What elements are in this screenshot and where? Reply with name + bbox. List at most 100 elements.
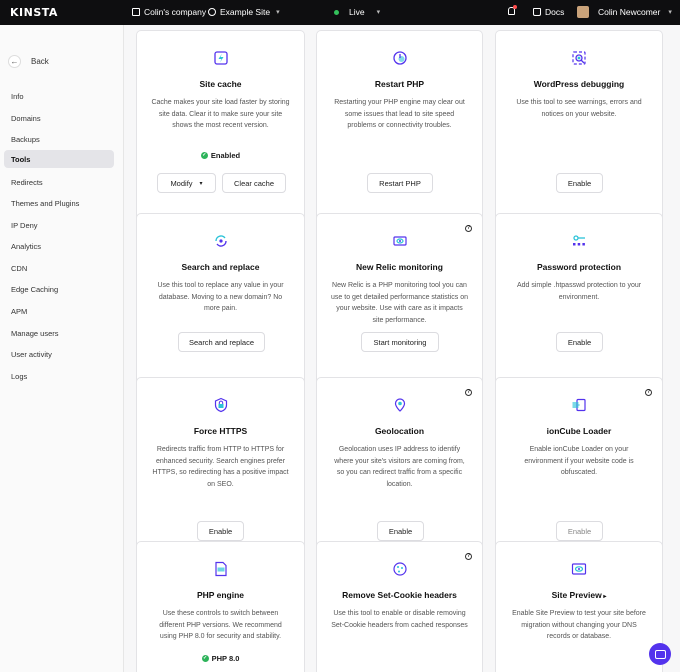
environment-switcher[interactable]: Live ▾: [334, 7, 380, 17]
restart-php-button[interactable]: Restart PHP: [367, 173, 433, 193]
sidebar-item-logs[interactable]: Logs: [4, 367, 114, 385]
card-description: Cache makes your site load faster by sto…: [151, 99, 290, 129]
company-switcher[interactable]: Colin's company: [132, 7, 206, 17]
card-ioncube-loader: ? ionCube Loader Enable ionCube Loader o…: [495, 377, 663, 556]
card-title-text: Site Preview: [551, 590, 602, 600]
sidebar-item-info[interactable]: Info: [4, 87, 114, 105]
arrow-left-icon: ←: [8, 55, 21, 68]
cookie-icon: [392, 562, 407, 576]
modify-label: Modify: [170, 178, 193, 188]
enable-debugging-button[interactable]: Enable: [556, 173, 603, 193]
building-icon: [132, 8, 140, 16]
bug-search-icon: [572, 51, 586, 65]
card-title: Site cache: [199, 79, 242, 89]
php-version-badge: ✓ PHP 8.0: [137, 654, 304, 663]
sidebar-item-analytics[interactable]: Analytics: [4, 237, 114, 255]
card-description: Add simple .htpasswd protection to your …: [516, 282, 642, 301]
chat-support-button[interactable]: [649, 643, 671, 665]
card-description: Use this tool to enable or disable remov…: [331, 610, 468, 629]
card-title: New Relic monitoring: [356, 262, 443, 272]
card-description: Use this tool to see warnings, errors an…: [516, 99, 642, 118]
card-remove-set-cookie: ? Remove Set-Cookie headers Use this too…: [316, 541, 483, 672]
card-title: WordPress debugging: [533, 79, 625, 89]
info-icon[interactable]: ?: [645, 389, 652, 396]
back-button[interactable]: ← Back: [8, 55, 49, 68]
sidebar-item-edge-caching[interactable]: Edge Caching: [4, 280, 114, 298]
card-force-https: Force HTTPS Redirects traffic from HTTP …: [136, 377, 305, 556]
monitoring-icon: [392, 236, 407, 246]
chevron-down-icon: ▾: [276, 9, 280, 16]
sidebar-item-redirects[interactable]: Redirects: [4, 173, 114, 191]
enable-ioncube-button[interactable]: Enable: [556, 521, 603, 541]
card-password-protection: Password protection Add simple .htpasswd…: [495, 213, 663, 393]
company-name: Colin's company: [144, 7, 207, 17]
card-geolocation: ? Geolocation Geolocation uses IP addres…: [316, 377, 483, 556]
card-php-engine: PHP engine Use these controls to switch …: [136, 541, 305, 672]
sidebar-item-ip-deny[interactable]: IP Deny: [4, 216, 114, 234]
enable-geolocation-button[interactable]: Enable: [377, 521, 424, 541]
sidebar-item-manage-users[interactable]: Manage users: [4, 324, 114, 342]
kinsta-logo[interactable]: KINSTA: [10, 6, 58, 19]
status-badge: ✓ Enabled: [137, 151, 304, 160]
power-icon: [392, 51, 407, 65]
folder-icon: [533, 8, 541, 16]
card-description: Use this tool to replace any value in yo…: [157, 282, 284, 312]
key-icon: [573, 235, 585, 246]
top-bar: KINSTA Colin's company Example Site ▾ Li…: [0, 0, 680, 25]
card-new-relic: ? New Relic monitoring New Relic is a PH…: [316, 213, 483, 393]
site-switcher[interactable]: Example Site ▾: [208, 7, 280, 17]
lightning-icon: [213, 51, 228, 65]
search-and-replace-button[interactable]: Search and replace: [178, 332, 265, 352]
loader-icon: [572, 398, 586, 412]
location-pin-icon: [394, 398, 405, 412]
avatar[interactable]: [577, 6, 589, 18]
eye-icon: [571, 563, 587, 575]
modify-button[interactable]: Modify ▾: [157, 173, 216, 193]
sidebar-item-cdn[interactable]: CDN: [4, 259, 114, 277]
site-name: Example Site: [220, 7, 271, 17]
check-icon: ✓: [201, 655, 209, 662]
start-monitoring-button[interactable]: Start monitoring: [361, 332, 439, 352]
php-version-text: PHP 8.0: [211, 654, 240, 663]
chevron-down-icon: ▾: [376, 9, 381, 16]
sidebar-item-themes-plugins[interactable]: Themes and Plugins: [4, 194, 114, 212]
chevron-down-icon: ▾: [199, 180, 203, 187]
card-title: Restart PHP: [374, 79, 425, 89]
sidebar-item-apm[interactable]: APM: [4, 302, 114, 320]
notification-badge: [513, 5, 517, 9]
user-name: Colin Newcomer: [598, 7, 661, 17]
card-description: Enable Site Preview to test your site be…: [512, 610, 646, 640]
sidebar-item-tools[interactable]: Tools: [4, 150, 114, 168]
card-description: Restarting your PHP engine may clear out…: [334, 99, 465, 129]
card-title: Geolocation: [374, 426, 425, 436]
card-search-replace: Search and replace Use this tool to repl…: [136, 213, 305, 393]
card-description: Use these controls to switch between dif…: [159, 610, 282, 640]
info-icon[interactable]: ?: [465, 225, 472, 232]
chevron-down-icon: ▾: [668, 9, 672, 16]
card-description: Enable ionCube Loader on your environmen…: [524, 446, 634, 476]
sidebar-item-user-activity[interactable]: User activity: [4, 345, 114, 363]
card-title: ionCube Loader: [546, 426, 612, 436]
card-title: PHP engine: [196, 590, 245, 600]
card-title: Search and replace: [181, 262, 260, 272]
clear-cache-button[interactable]: Clear cache: [222, 173, 286, 193]
info-icon[interactable]: ?: [465, 389, 472, 396]
user-menu[interactable]: Colin Newcomer ▾: [598, 7, 672, 17]
arrow-right-icon: ▸: [601, 594, 607, 600]
status-text: Enabled: [210, 151, 241, 160]
back-label: Back: [31, 57, 49, 66]
live-status-dot: [334, 9, 339, 15]
docs-link[interactable]: Docs: [533, 7, 564, 17]
card-description: Geolocation uses IP address to identify …: [334, 446, 465, 488]
sidebar-item-backups[interactable]: Backups: [4, 130, 114, 148]
info-icon[interactable]: ?: [465, 553, 472, 560]
enable-password-button[interactable]: Enable: [556, 332, 603, 352]
shield-lock-icon: [214, 397, 227, 413]
card-description: Redirects traffic from HTTP to HTTPS for…: [152, 446, 289, 488]
sidebar-item-domains[interactable]: Domains: [4, 109, 114, 127]
card-title: Force HTTPS: [193, 426, 248, 436]
php-file-icon: [214, 561, 227, 577]
card-title: Remove Set-Cookie headers: [342, 590, 457, 600]
card-site-preview: Site Preview ▸ Enable Site Preview to te…: [495, 541, 663, 672]
enable-force-https-button[interactable]: Enable: [197, 521, 244, 541]
